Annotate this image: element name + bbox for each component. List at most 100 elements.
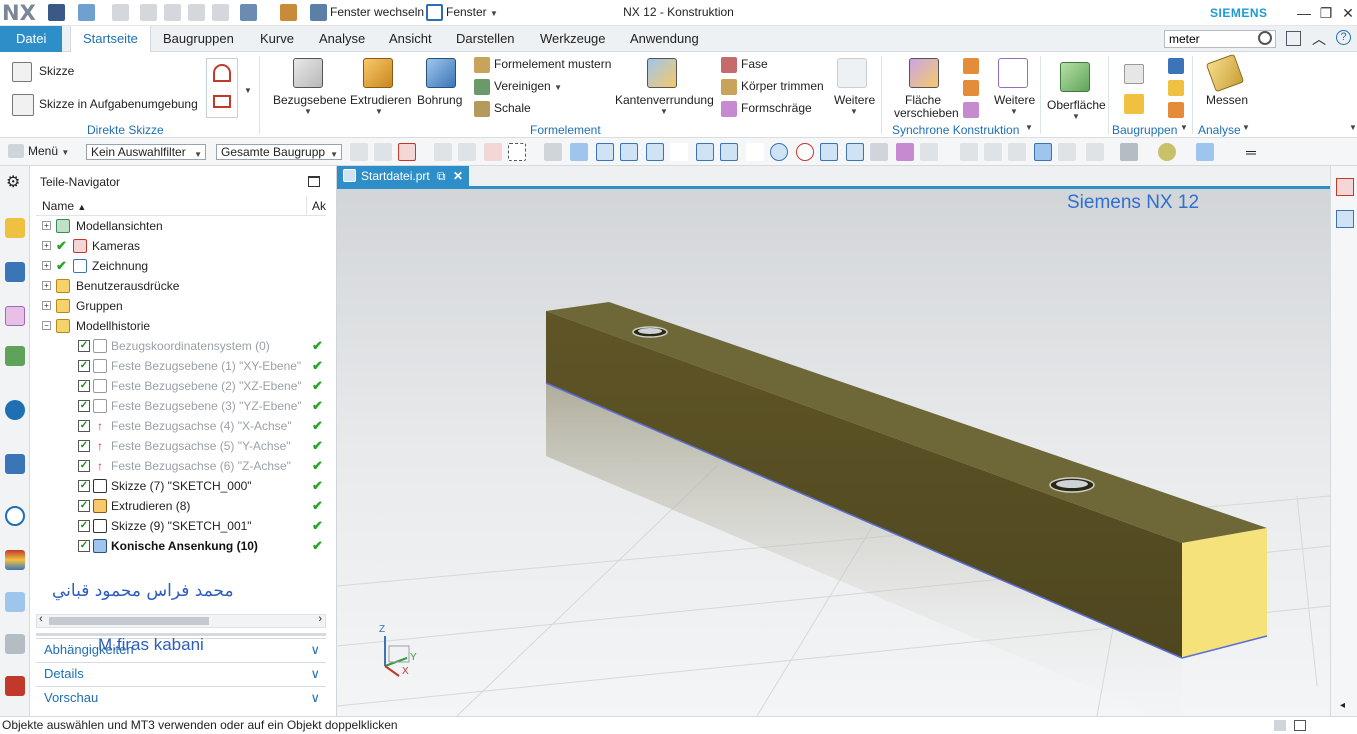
expand-icon[interactable]: + bbox=[42, 301, 51, 310]
tree-row[interactable]: + ✔ Zeichnung bbox=[36, 256, 326, 276]
rotate-icon[interactable] bbox=[1008, 143, 1026, 161]
render-style-icon[interactable] bbox=[1034, 143, 1052, 161]
extrude-icon[interactable] bbox=[363, 58, 393, 88]
assembly-navigator-icon[interactable] bbox=[5, 218, 25, 238]
sync-icon-2[interactable] bbox=[963, 80, 979, 96]
checkbox-checked[interactable]: ✓ bbox=[78, 540, 90, 552]
snap-icon-6[interactable] bbox=[484, 143, 502, 161]
pattern-feature-button[interactable]: Formelement mustern bbox=[494, 57, 611, 71]
background-icon[interactable] bbox=[1120, 143, 1138, 161]
bounded-grid-icon[interactable] bbox=[896, 143, 914, 161]
checkbox-checked[interactable]: ✓ bbox=[78, 340, 90, 352]
checkbox-checked[interactable]: ✓ bbox=[78, 420, 90, 432]
graphics-viewport[interactable]: Z Y X Startdatei.prt ⧉ ✕ Siemens NX 12 bbox=[337, 166, 1330, 716]
history-icon[interactable] bbox=[5, 506, 25, 526]
chevron-down-icon[interactable]: ▼ bbox=[1242, 123, 1250, 132]
checkbox-checked[interactable]: ✓ bbox=[78, 360, 90, 372]
roles-icon[interactable] bbox=[5, 634, 25, 654]
shell-icon[interactable] bbox=[474, 101, 490, 117]
chamfer-button[interactable]: Fase bbox=[741, 57, 768, 71]
column-header-status[interactable]: Ak bbox=[312, 199, 326, 213]
surface-icon[interactable] bbox=[1060, 62, 1090, 92]
tree-row[interactable]: + Modellansichten bbox=[36, 216, 326, 236]
tree-row[interactable]: ✓ Extrudieren (8) ✔ bbox=[36, 496, 326, 516]
snap-icon-1[interactable] bbox=[350, 143, 368, 161]
work-layer-icon[interactable] bbox=[1196, 143, 1214, 161]
collapse-ribbon-icon[interactable]: ︿ bbox=[1312, 29, 1326, 49]
snap-icon-3[interactable] bbox=[398, 143, 416, 161]
close-tab-icon[interactable]: ✕ bbox=[453, 166, 463, 186]
expand-icon[interactable]: + bbox=[42, 241, 51, 250]
move-face-label-1[interactable]: Fläche bbox=[905, 93, 941, 107]
chevron-down-icon[interactable]: ▼ bbox=[375, 107, 383, 116]
move-face-label-2[interactable]: verschieben bbox=[894, 106, 959, 120]
selection-scope-select[interactable]: Gesamte Baugrupp ▼ bbox=[216, 144, 342, 160]
datum-plane-button[interactable]: Bezugsebene bbox=[273, 93, 346, 107]
snap-icon-2[interactable] bbox=[374, 143, 392, 161]
search-icon[interactable] bbox=[1258, 31, 1272, 45]
tab-kurve[interactable]: Kurve bbox=[254, 26, 300, 52]
status-icon-1[interactable] bbox=[1274, 720, 1286, 731]
sync-icon-3[interactable] bbox=[963, 102, 979, 118]
tree-row[interactable]: ✓ ↑ Feste Bezugsachse (6) "Z-Achse" ✔ bbox=[36, 456, 326, 476]
web-browser-icon[interactable] bbox=[5, 454, 25, 474]
body-end-face[interactable] bbox=[1182, 528, 1267, 658]
checkbox-checked[interactable]: ✓ bbox=[78, 440, 90, 452]
toolbar-overflow-icon[interactable]: ═ bbox=[1246, 144, 1256, 160]
checkbox-checked[interactable]: ✓ bbox=[78, 400, 90, 412]
sketch-in-task-button[interactable]: Skizze in Aufgabenumgebung bbox=[39, 97, 198, 111]
gallery-scroll-icon[interactable]: ▼ bbox=[244, 86, 252, 95]
endpoint-icon[interactable] bbox=[620, 143, 638, 161]
checkbox-checked[interactable]: ✓ bbox=[78, 520, 90, 532]
chevron-down-icon[interactable]: ▼ bbox=[660, 107, 668, 116]
draft-icon[interactable] bbox=[721, 101, 737, 117]
column-header-name[interactable]: Name ▲ bbox=[42, 199, 86, 213]
tree-row-selected[interactable]: ✓ Konische Ansenkung (10) ✔ bbox=[36, 536, 326, 556]
surface-button[interactable]: Oberfläche bbox=[1047, 98, 1106, 112]
panel-vorschau[interactable]: Vorschau ∨ bbox=[36, 686, 326, 708]
checkbox-checked[interactable]: ✓ bbox=[78, 500, 90, 512]
sketch-curve-gallery[interactable] bbox=[206, 58, 238, 118]
document-tab[interactable]: Startdatei.prt ⧉ ✕ bbox=[337, 166, 469, 186]
visibility-icon[interactable] bbox=[1158, 143, 1176, 161]
scroll-right-icon[interactable]: › bbox=[318, 613, 322, 625]
hole-icon[interactable] bbox=[426, 58, 456, 88]
tree-row[interactable]: + Gruppen bbox=[36, 296, 326, 316]
hd3d-tools-icon[interactable] bbox=[5, 400, 25, 420]
on-face-icon[interactable] bbox=[870, 143, 888, 161]
panel-details[interactable]: Details ∨ bbox=[36, 662, 326, 684]
feature-more-icon[interactable] bbox=[837, 58, 867, 88]
expand-icon[interactable]: + bbox=[42, 261, 51, 270]
snap-icon-4[interactable] bbox=[434, 143, 452, 161]
measure-button[interactable]: Messen bbox=[1206, 93, 1248, 107]
assembly-icon-4[interactable] bbox=[1168, 102, 1184, 118]
hole-button[interactable]: Bohrung bbox=[417, 93, 462, 107]
minimize-button[interactable]: — bbox=[1292, 3, 1316, 23]
unite-icon[interactable] bbox=[474, 79, 490, 95]
draft-button[interactable]: Formschräge bbox=[741, 101, 812, 115]
horizontal-scrollbar[interactable]: ‹ › bbox=[36, 613, 326, 628]
existing-point-icon[interactable] bbox=[920, 143, 938, 161]
snap-point-icon[interactable] bbox=[596, 143, 614, 161]
gear-icon[interactable]: ⚙ bbox=[6, 172, 20, 192]
pattern-feature-icon[interactable] bbox=[474, 57, 490, 73]
chevron-down-icon[interactable]: ▼ bbox=[850, 107, 858, 116]
tree-row[interactable]: ✓ ↑ Feste Bezugsachse (5) "Y-Achse" ✔ bbox=[36, 436, 326, 456]
reuse-library-icon[interactable] bbox=[5, 346, 25, 366]
sync-more-icon[interactable] bbox=[998, 58, 1028, 88]
restore-button[interactable]: ❐ bbox=[1314, 3, 1338, 23]
checkbox-checked[interactable]: ✓ bbox=[78, 460, 90, 472]
scroll-left-icon[interactable]: ‹ bbox=[39, 613, 43, 625]
tab-analyse[interactable]: Analyse bbox=[313, 26, 371, 52]
part-navigator-icon[interactable] bbox=[5, 306, 25, 326]
extrude-button[interactable]: Extrudieren bbox=[350, 93, 411, 107]
ribbon-options-icon[interactable] bbox=[1286, 31, 1301, 46]
menu-icon[interactable] bbox=[8, 144, 24, 158]
box-select-icon[interactable] bbox=[508, 143, 526, 161]
tab-startseite[interactable]: Startseite bbox=[70, 26, 151, 53]
sketch-button[interactable]: Skizze bbox=[39, 64, 74, 78]
tab-baugruppen[interactable]: Baugruppen bbox=[157, 26, 240, 52]
curve-icon[interactable] bbox=[670, 143, 688, 161]
datum-plane-icon[interactable] bbox=[293, 58, 323, 88]
chevron-down-icon[interactable]: ▼ bbox=[1025, 123, 1033, 132]
